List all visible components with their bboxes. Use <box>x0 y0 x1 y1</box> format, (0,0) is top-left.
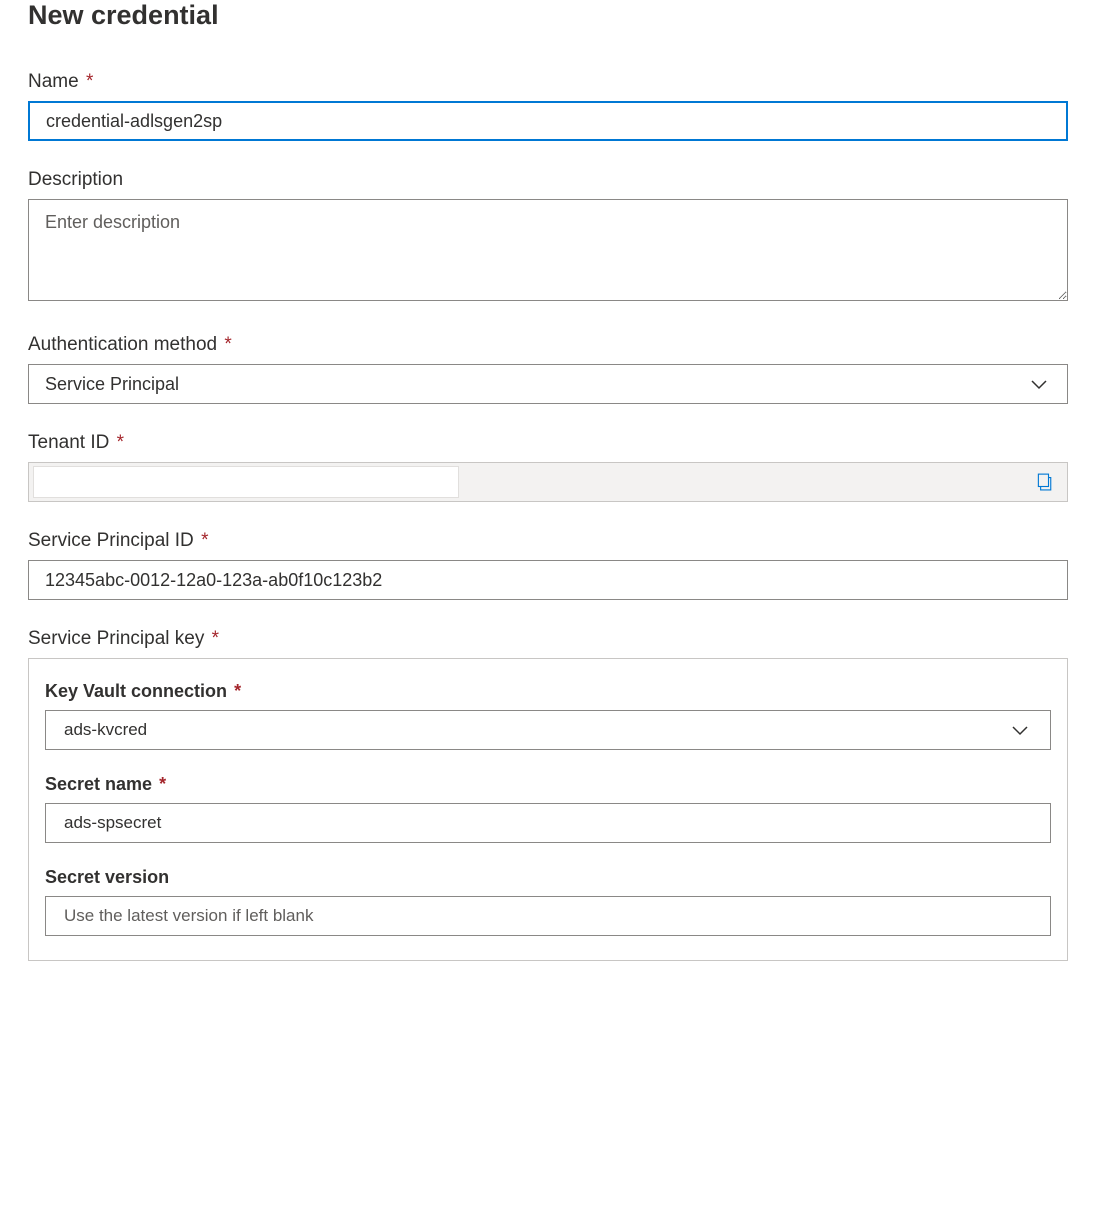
copy-icon[interactable] <box>1035 473 1053 491</box>
required-marker: * <box>234 681 241 701</box>
kv-connection-label: Key Vault connection * <box>45 681 1051 702</box>
description-field-group: Description <box>28 169 1068 306</box>
tenant-id-label: Tenant ID * <box>28 432 1068 454</box>
sp-id-label-text: Service Principal ID <box>28 530 194 551</box>
sp-key-field-group: Service Principal key * Key Vault connec… <box>28 628 1068 961</box>
name-label: Name * <box>28 71 1068 93</box>
description-label: Description <box>28 169 1068 191</box>
page-title: New credential <box>28 0 1068 31</box>
secret-name-label-text: Secret name <box>45 774 152 794</box>
kv-connection-select[interactable]: ads-kvcred <box>45 710 1051 750</box>
tenant-id-field-group: Tenant ID * <box>28 432 1068 502</box>
name-field-group: Name * <box>28 71 1068 141</box>
required-marker: * <box>159 774 166 794</box>
chevron-down-icon <box>1008 718 1032 742</box>
kv-connection-value: ads-kvcred <box>64 720 147 740</box>
description-input[interactable] <box>28 199 1068 301</box>
auth-method-label: Authentication method * <box>28 334 1068 356</box>
auth-method-value: Service Principal <box>45 374 179 395</box>
name-label-text: Name <box>28 71 79 92</box>
required-marker: * <box>117 432 124 453</box>
sp-key-label: Service Principal key * <box>28 628 1068 650</box>
secret-name-label: Secret name * <box>45 774 1051 795</box>
tenant-id-label-text: Tenant ID <box>28 432 109 453</box>
secret-name-field-group: Secret name * <box>45 774 1051 843</box>
required-marker: * <box>212 628 219 649</box>
sp-key-label-text: Service Principal key <box>28 628 204 649</box>
tenant-id-display <box>28 462 1068 502</box>
sp-id-field-group: Service Principal ID * <box>28 530 1068 600</box>
auth-method-select[interactable]: Service Principal <box>28 364 1068 404</box>
auth-method-label-text: Authentication method <box>28 334 217 355</box>
name-input[interactable] <box>28 101 1068 141</box>
secret-name-input[interactable] <box>45 803 1051 843</box>
sp-id-input[interactable] <box>28 560 1068 600</box>
secret-version-label: Secret version <box>45 867 1051 888</box>
tenant-id-value <box>33 466 459 498</box>
secret-version-field-group: Secret version <box>45 867 1051 936</box>
sp-key-panel: Key Vault connection * ads-kvcred Secret… <box>28 658 1068 961</box>
kv-connection-field-group: Key Vault connection * ads-kvcred <box>45 681 1051 750</box>
kv-connection-label-text: Key Vault connection <box>45 681 227 701</box>
chevron-down-icon <box>1027 372 1051 396</box>
sp-id-label: Service Principal ID * <box>28 530 1068 552</box>
secret-version-input[interactable] <box>45 896 1051 936</box>
required-marker: * <box>201 530 208 551</box>
required-marker: * <box>86 71 93 92</box>
required-marker: * <box>224 334 231 355</box>
auth-method-field-group: Authentication method * Service Principa… <box>28 334 1068 404</box>
